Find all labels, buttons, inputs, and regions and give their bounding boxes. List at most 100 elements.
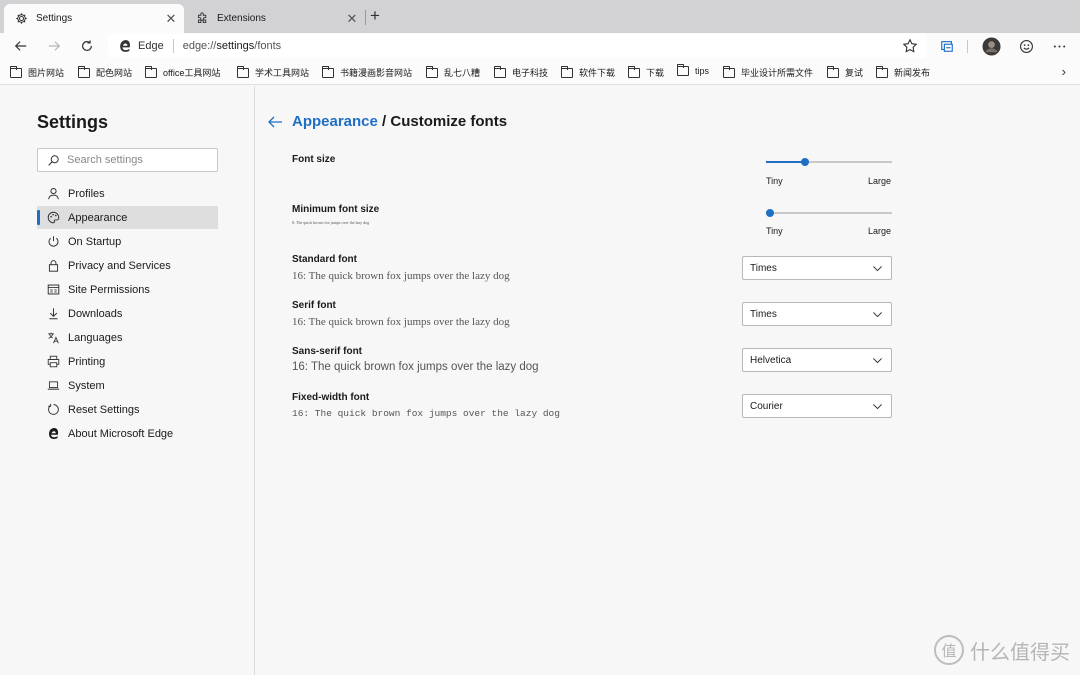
lock-icon [46, 259, 60, 273]
search-settings-box[interactable] [37, 148, 218, 172]
bookmark-folder[interactable]: 书籍漫画影音网站 [322, 65, 413, 79]
breadcrumb-current: Customize fonts [390, 113, 508, 130]
folder-icon [426, 65, 438, 78]
font-size-slider[interactable] [766, 157, 892, 167]
bookmark-folder[interactable]: 图片网站 [10, 65, 64, 79]
watermark: 值 什么值得买 [934, 635, 1070, 665]
languages-icon [46, 331, 60, 345]
min-font-size-slider[interactable] [766, 208, 892, 218]
address-url[interactable]: edge://settings/fonts [183, 40, 281, 52]
slider-thumb[interactable] [801, 158, 810, 166]
bookmark-folder[interactable]: 乱七八糟 [426, 65, 480, 79]
sidebar-item-label: Reset Settings [68, 403, 140, 416]
sidebar-item-site-permissions[interactable]: Site Permissions [37, 278, 218, 301]
sidebar-item-label: Site Permissions [68, 283, 150, 296]
address-site-label: Edge [138, 40, 164, 52]
fixed-width-font-sample: 16: The quick brown fox jumps over the l… [292, 408, 560, 419]
folder-icon [145, 65, 157, 78]
feedback-smiley-icon[interactable] [1016, 36, 1036, 56]
sidebar-item-label: System [68, 379, 105, 392]
back-icon[interactable] [11, 36, 31, 56]
bookmark-folder[interactable]: 复试 [827, 65, 863, 79]
main-content: Appearance / Customize fonts Font size T… [256, 86, 1080, 675]
toolbar-divider [967, 40, 968, 53]
breadcrumb-appearance-link[interactable]: Appearance [292, 113, 378, 130]
toolbar: Edge edge://settings/fonts [0, 33, 1080, 59]
bookmark-folder[interactable]: tips [677, 64, 710, 76]
back-arrow-icon[interactable] [267, 114, 283, 130]
sidebar-item-printing[interactable]: Printing [37, 350, 218, 373]
breadcrumb-separator: / [377, 113, 391, 130]
address-bar[interactable]: Edge edge://settings/fonts [108, 34, 926, 58]
min-font-size-sample: 0: The quick brown fox jumps over the la… [292, 220, 370, 225]
sidebar-item-label: Downloads [68, 307, 123, 320]
sans-serif-font-select[interactable]: Helvetica [742, 348, 892, 372]
font-size-label: Font size [292, 154, 336, 165]
refresh-icon[interactable] [77, 36, 97, 56]
bookmark-folder[interactable]: 学术工具网站 [237, 65, 309, 79]
site-permissions-icon [46, 283, 60, 297]
chevron-right-icon[interactable]: › [1062, 64, 1066, 79]
folder-icon [10, 65, 22, 78]
select-value: Times [750, 262, 777, 274]
bookmark-folder[interactable]: 配色网站 [78, 65, 132, 79]
standard-font-sample: 16: The quick brown fox jumps over the l… [292, 270, 510, 282]
search-input[interactable] [67, 154, 207, 166]
power-icon [46, 235, 60, 249]
more-menu-icon[interactable] [1049, 36, 1069, 56]
tab-strip: Settings ✕ Extensions ✕ + [0, 0, 1080, 33]
bookmark-folder[interactable]: office工具网站 [145, 65, 221, 79]
folder-icon [237, 65, 249, 78]
standard-font-select[interactable]: Times [742, 256, 892, 280]
sidebar-item-label: Printing [68, 355, 106, 368]
sidebar-item-system[interactable]: System [37, 374, 218, 397]
slider-thumb[interactable] [766, 209, 774, 217]
printer-icon [46, 355, 60, 369]
bookmark-folder[interactable]: 软件下载 [561, 65, 616, 79]
sidebar-item-profiles[interactable]: Profiles [37, 182, 218, 205]
close-tab-icon[interactable]: ✕ [343, 11, 361, 27]
bookmark-folder[interactable]: 毕业设计所需文件 [723, 65, 813, 79]
min-font-size-label: Minimum font size [292, 204, 380, 215]
watermark-logo: 值 [934, 635, 964, 665]
slider-min-label: Tiny [766, 176, 783, 186]
sidebar-item-downloads[interactable]: Downloads [37, 302, 218, 325]
slider-min-label: Tiny [766, 226, 783, 236]
close-tab-icon[interactable]: ✕ [162, 11, 180, 27]
puzzle-icon [195, 12, 209, 26]
sidebar-item-reset[interactable]: Reset Settings [37, 398, 218, 421]
folder-icon [677, 64, 689, 76]
bookmarks-bar: 图片网站 配色网站 office工具网站 学术工具网站 书籍漫画影音网站 乱七八… [0, 59, 1080, 85]
bookmark-label: 软件下载 [579, 68, 616, 78]
collections-icon[interactable] [937, 36, 957, 56]
palette-icon [46, 211, 60, 225]
folder-icon [723, 65, 735, 78]
avatar[interactable] [981, 36, 1001, 56]
bookmark-label: tips [695, 66, 710, 76]
sidebar-item-appearance[interactable]: Appearance [37, 206, 218, 229]
serif-font-select[interactable]: Times [742, 302, 892, 326]
bookmark-folder[interactable]: 新闻发布 [876, 65, 931, 79]
favorite-star-icon[interactable] [902, 38, 918, 54]
sidebar-item-languages[interactable]: Languages [37, 326, 218, 349]
search-icon [48, 154, 59, 166]
bookmark-label: 书籍漫画影音网站 [340, 68, 413, 78]
folder-icon [494, 65, 506, 78]
new-tab-icon[interactable]: + [366, 6, 384, 28]
bookmark-label: 新闻发布 [894, 68, 931, 78]
sidebar-item-privacy[interactable]: Privacy and Services [37, 254, 218, 277]
forward-icon[interactable] [44, 36, 64, 56]
url-main: settings [216, 40, 255, 52]
bookmark-label: 下载 [646, 68, 665, 78]
tab-settings[interactable]: Settings ✕ [4, 4, 184, 33]
fixed-width-font-select[interactable]: Courier [742, 394, 892, 418]
select-value: Courier [750, 400, 783, 412]
bookmark-folder[interactable]: 电子科技 [494, 65, 548, 79]
bookmark-label: office工具网站 [163, 68, 221, 78]
slider-max-label: Large [868, 176, 892, 186]
folder-icon [827, 65, 839, 78]
sidebar-item-on-startup[interactable]: On Startup [37, 230, 218, 253]
tab-extensions[interactable]: Extensions ✕ [185, 4, 365, 33]
sidebar-item-about[interactable]: About Microsoft Edge [37, 422, 218, 445]
bookmark-folder[interactable]: 下载 [628, 65, 665, 79]
